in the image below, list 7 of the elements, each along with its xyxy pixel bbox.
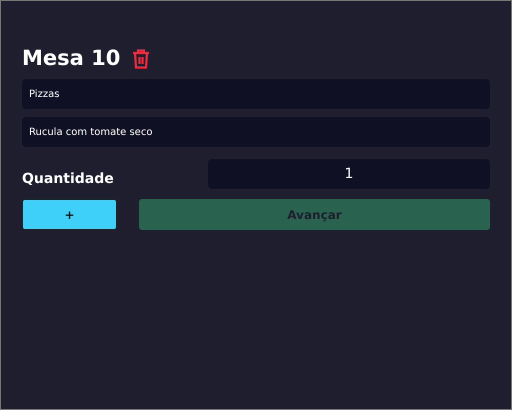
- input-field[interactable]: Rucula com tomate seco: [22, 117, 490, 148]
- table-title: Mesa 10: [22, 46, 120, 72]
- input-field[interactable]: Pizzas: [22, 79, 490, 110]
- add-button[interactable]: +: [22, 199, 117, 230]
- quantity-field[interactable]: 1: [208, 158, 490, 189]
- quantity-label: Quantidade: [22, 170, 114, 190]
- trash-icon[interactable]: [132, 48, 150, 69]
